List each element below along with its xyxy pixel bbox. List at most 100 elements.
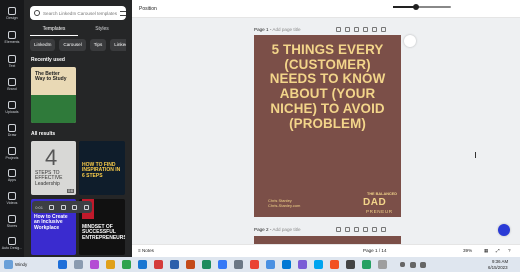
mail-icon[interactable] xyxy=(266,260,275,269)
grid-view-icon[interactable]: ▦ xyxy=(484,248,488,254)
pause-icon[interactable] xyxy=(49,204,55,210)
chrome-icon[interactable] xyxy=(250,260,259,269)
windows-start-icon[interactable] xyxy=(58,260,67,269)
author-site: Chris-Stanley.com xyxy=(268,203,301,208)
chevron-down-icon[interactable] xyxy=(336,227,341,232)
outlook-icon[interactable] xyxy=(282,260,291,269)
app-icon-dark[interactable] xyxy=(346,260,355,269)
rail-item-text[interactable]: Text xyxy=(0,50,24,74)
template-thumb-inspiration[interactable]: HOW TO FIND INSPIRATION IN 6 STEPS xyxy=(79,141,125,195)
lock-icon[interactable] xyxy=(354,227,359,232)
app-icon-red[interactable] xyxy=(154,260,163,269)
settings-icon[interactable] xyxy=(234,260,243,269)
template-thumb-leadership[interactable]: 4 STEPS TO EFFECTIVE Leadership 0:6 xyxy=(31,141,76,195)
add-page-icon[interactable] xyxy=(381,27,386,32)
brand-logo-top: THE BALANCED xyxy=(367,192,397,196)
add-page-icon[interactable] xyxy=(381,227,386,232)
zoom-slider-handle[interactable] xyxy=(412,4,419,10)
rail-item-videos[interactable]: Videos xyxy=(0,187,24,211)
restart-icon[interactable] xyxy=(72,204,78,210)
chevron-up-icon[interactable] xyxy=(345,227,350,232)
word-icon[interactable] xyxy=(170,260,179,269)
spreadsheet-icon[interactable] xyxy=(122,260,131,269)
rail-item-design[interactable]: Design xyxy=(0,2,24,26)
app-icon-green[interactable] xyxy=(202,260,211,269)
thumb-photo xyxy=(31,95,76,123)
magic-assistant-button[interactable] xyxy=(498,224,510,236)
rail-item-uploads[interactable]: Uploads xyxy=(0,96,24,120)
edge-icon[interactable] xyxy=(138,260,147,269)
page-1-title-input[interactable]: Add page title xyxy=(272,27,300,32)
weather-icon[interactable] xyxy=(4,260,13,269)
delete-icon[interactable] xyxy=(372,227,377,232)
search-value: Search LinkedIn Carousel templates xyxy=(42,10,118,16)
thumb-number: 4 xyxy=(45,145,58,170)
thumb-title: STEPS TO EFFECTIVE Leadership xyxy=(35,170,63,187)
windows-taskbar: Windy 9:36 AM 6/15/2023 xyxy=(0,257,520,272)
page-1-label: Page 1 xyxy=(254,27,269,32)
file-explorer-icon[interactable] xyxy=(106,260,115,269)
rail-item-projects[interactable]: Projects xyxy=(0,142,24,166)
search-taskbar-icon[interactable] xyxy=(74,260,83,269)
author-block[interactable]: Chris Stanley Chris-Stanley.com xyxy=(268,198,300,208)
design-page-1[interactable]: 5 THINGS EVERY (CUSTOMER) NEEDS TO KNOW … xyxy=(254,35,401,217)
chip-tips[interactable]: Tips xyxy=(89,39,107,51)
layout-icon xyxy=(8,7,16,16)
bottom-status-bar: ≡ Notes Page 1 / 14 39% ▦ ⤢ ? xyxy=(132,244,520,257)
rail-item-elements[interactable]: Elements xyxy=(0,26,24,50)
chip-carousel[interactable]: Carousel xyxy=(59,39,86,51)
page-headline[interactable]: 5 THINGS EVERY (CUSTOMER) NEEDS TO KNOW … xyxy=(260,42,395,131)
lock-icon[interactable] xyxy=(354,27,359,32)
rail-item-stores[interactable]: Stores xyxy=(0,210,24,234)
clock-date[interactable]: 6/15/2023 xyxy=(488,265,508,270)
chevron-down-icon[interactable] xyxy=(336,27,341,32)
rail-item-auto-design[interactable]: Auto Desig... xyxy=(0,232,24,256)
video-duration: 0:6 xyxy=(67,189,74,193)
help-icon[interactable]: ? xyxy=(508,248,511,253)
all-results-heading: All results xyxy=(31,131,56,137)
duplicate-icon[interactable] xyxy=(363,27,368,32)
magic-icon xyxy=(8,237,16,246)
template-thumb-study[interactable]: The Better Way to Study xyxy=(31,67,76,123)
volume-icon[interactable] xyxy=(420,262,426,268)
zoom-slider[interactable] xyxy=(393,4,451,10)
clock-time[interactable]: 9:36 AM xyxy=(492,259,508,264)
design-page-2[interactable] xyxy=(254,236,401,244)
zoom-level[interactable]: 39% xyxy=(463,248,472,253)
filter-icon[interactable] xyxy=(120,10,126,16)
fullscreen-icon[interactable]: ⤢ xyxy=(496,248,500,253)
notes-button[interactable]: ≡ Notes xyxy=(138,248,154,253)
trash-icon[interactable] xyxy=(60,204,66,210)
filter-chips: LinkedIn Carousel Tips Linked xyxy=(30,39,126,51)
page-2-title-input[interactable]: Add page title xyxy=(272,227,300,232)
app-icon-purple[interactable] xyxy=(298,260,307,269)
duplicate-icon[interactable] xyxy=(363,227,368,232)
page-counter[interactable]: Page 1 / 14 xyxy=(363,248,387,253)
thumb-title: HOW TO FIND INSPIRATION IN 6 STEPS xyxy=(82,162,121,179)
position-button[interactable]: Position xyxy=(139,6,157,12)
app-icon-teal[interactable] xyxy=(362,260,371,269)
teams-icon[interactable] xyxy=(90,260,99,269)
chevron-up-icon[interactable] xyxy=(345,27,350,32)
tray-chevron-icon[interactable] xyxy=(400,262,405,267)
zoom-app-icon[interactable] xyxy=(218,260,227,269)
refresh-page-button[interactable] xyxy=(404,35,416,47)
app-icon-blue[interactable] xyxy=(314,260,323,269)
panel-tabs: Templates Styles xyxy=(30,24,126,36)
chip-linkedin[interactable]: LinkedIn xyxy=(30,39,56,51)
rail-item-draw[interactable]: Draw xyxy=(0,119,24,143)
rail-item-brand[interactable]: Brand xyxy=(0,73,24,97)
tab-templates[interactable]: Templates xyxy=(30,24,78,36)
rail-item-apps[interactable]: Apps xyxy=(0,164,24,188)
app-icon-orange[interactable] xyxy=(330,260,339,269)
template-search-input[interactable]: Search LinkedIn Carousel templates xyxy=(30,6,126,20)
network-icon[interactable] xyxy=(410,262,416,268)
chip-linkedin-2[interactable]: Linked xyxy=(110,39,126,51)
powerpoint-icon[interactable] xyxy=(186,260,195,269)
tab-styles[interactable]: Styles xyxy=(78,24,126,36)
stop-icon[interactable] xyxy=(83,204,89,210)
app-icon-gray[interactable] xyxy=(378,260,387,269)
templates-panel: Search LinkedIn Carousel templates Templ… xyxy=(24,0,132,257)
delete-icon[interactable] xyxy=(372,27,377,32)
store-icon xyxy=(8,215,16,224)
